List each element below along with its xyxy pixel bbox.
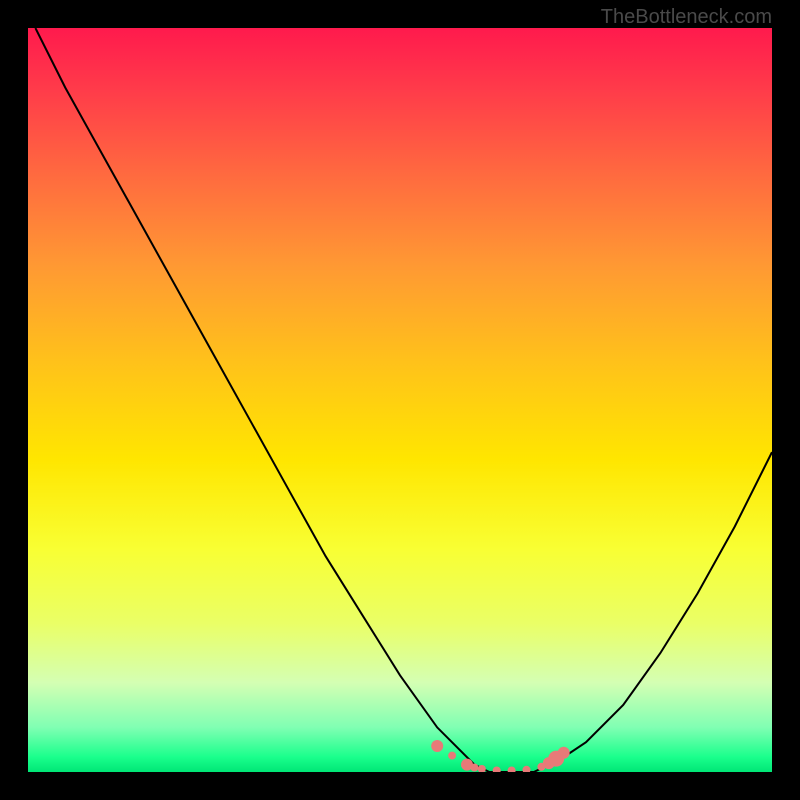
- bottleneck-curve: [35, 28, 772, 772]
- marker-dot: [508, 767, 516, 773]
- watermark-text: TheBottleneck.com: [601, 6, 772, 29]
- curve-layer: [35, 28, 772, 772]
- plot-area: [28, 28, 772, 772]
- marker-dot: [431, 740, 443, 752]
- marker-dot: [448, 752, 456, 760]
- marker-dot: [558, 747, 570, 759]
- curve-svg: [28, 28, 772, 772]
- marker-dot: [470, 764, 478, 772]
- marker-layer: [431, 740, 570, 772]
- chart-frame: TheBottleneck.com: [0, 0, 800, 800]
- marker-dot: [523, 766, 531, 772]
- marker-dot: [493, 767, 501, 773]
